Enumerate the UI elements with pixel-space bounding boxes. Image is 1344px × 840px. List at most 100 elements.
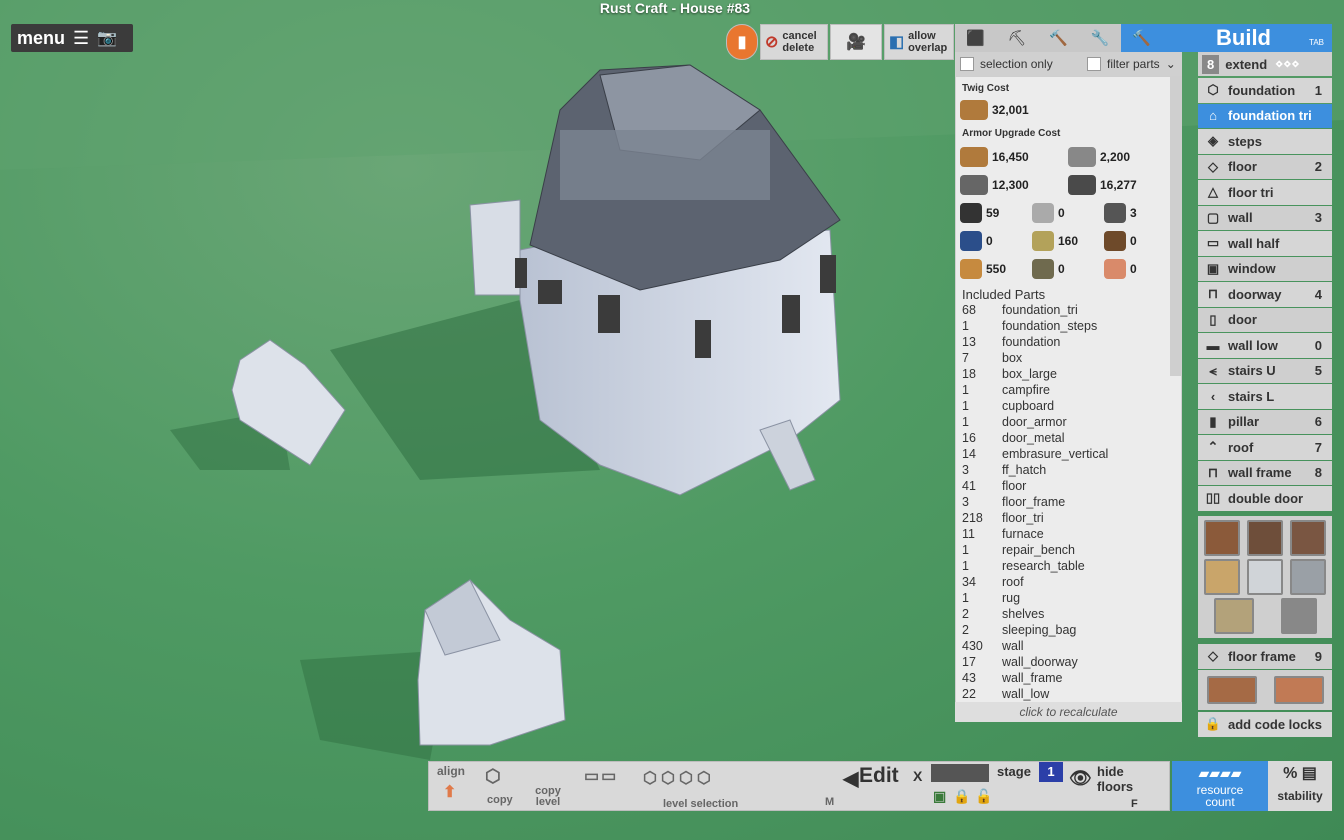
note-icon[interactable]: ▣ bbox=[933, 788, 946, 805]
part-count: 430 bbox=[962, 639, 983, 653]
add-code-locks-button[interactable]: 🔒 add code locks bbox=[1198, 712, 1332, 737]
chevron-left-icon[interactable]: ◀ bbox=[843, 766, 858, 791]
side-item-label: stairs U bbox=[1228, 363, 1276, 379]
side-item-doorway[interactable]: ⊓ doorway 4 bbox=[1198, 282, 1332, 307]
gear-icon bbox=[960, 203, 982, 223]
part-count: 22 bbox=[962, 687, 976, 701]
side-item-steps[interactable]: ◈ steps bbox=[1198, 129, 1332, 154]
wrench-tool-icon[interactable]: 🔧 bbox=[1079, 24, 1120, 52]
cancel-delete-button[interactable]: ⊘ cancel delete bbox=[760, 24, 828, 60]
side-item-label: double door bbox=[1228, 490, 1304, 506]
side-item-label: foundation bbox=[1228, 82, 1296, 98]
side-item-foundation-tri[interactable]: ⌂ foundation tri bbox=[1198, 103, 1332, 128]
hide-floors-button[interactable]: hide floors bbox=[1097, 764, 1157, 794]
selection-only-checkbox[interactable] bbox=[960, 57, 974, 71]
side-item-foundation[interactable]: ⬡ foundation 1 bbox=[1198, 78, 1332, 103]
build-tool-icon[interactable]: 🔨 bbox=[1120, 24, 1163, 52]
included-parts-header: Included Parts bbox=[962, 287, 1046, 302]
blade-icon bbox=[1032, 203, 1054, 223]
tarp-door-thumb[interactable] bbox=[1213, 598, 1254, 635]
armor-door-icon[interactable]: ▮ bbox=[726, 24, 758, 60]
side-item-label: wall low bbox=[1228, 337, 1278, 353]
part-count: 3 bbox=[962, 495, 969, 509]
video-icon[interactable]: 🎥 bbox=[830, 24, 882, 60]
bars-door-thumb[interactable] bbox=[1290, 558, 1327, 595]
armor-cost-header: Armor Upgrade Cost bbox=[962, 128, 1061, 139]
filter-parts-checkbox[interactable] bbox=[1087, 57, 1101, 71]
armor-ore-value: 16,277 bbox=[1100, 178, 1137, 192]
cost-panel: Twig Cost 32,001 Armor Upgrade Cost 16,4… bbox=[955, 76, 1182, 722]
allow-overlap-button[interactable]: ◧ allow overlap bbox=[884, 24, 954, 60]
part-row: 14 embrasure_vertical bbox=[962, 446, 1181, 462]
axe-tool-icon[interactable]: ⛏ bbox=[996, 24, 1037, 52]
part-row: 2 sleeping_bag bbox=[962, 622, 1181, 638]
copy-level-button[interactable]: copy level bbox=[533, 786, 563, 808]
hammer-tool-icon[interactable]: 🔨 bbox=[1038, 24, 1079, 52]
edit-label[interactable]: Edit bbox=[859, 764, 899, 788]
side-item-label: doorway bbox=[1228, 286, 1282, 302]
side-item-floor-frame[interactable]: ◇ floor frame 9 bbox=[1198, 644, 1332, 669]
menu-button[interactable]: menu ☰ 📷 bbox=[11, 24, 133, 52]
build-header[interactable]: Build TAB bbox=[1162, 24, 1332, 52]
part-row: 2 shelves bbox=[962, 606, 1181, 622]
side-item-double-door[interactable]: ▯▯ double door bbox=[1198, 486, 1332, 511]
side-item-floor-tri[interactable]: △ floor tri bbox=[1198, 180, 1332, 205]
part-name: floor_tri bbox=[1002, 511, 1044, 525]
part-name: rug bbox=[1002, 591, 1021, 605]
part-name: cupboard bbox=[1002, 399, 1055, 413]
part-name: ff_hatch bbox=[1002, 463, 1047, 477]
side-item-wall-frame[interactable]: ⊓ wall frame 8 bbox=[1198, 460, 1332, 485]
part-name: roof bbox=[1002, 575, 1024, 589]
side-item-stairs-l[interactable]: ‹ stairs L bbox=[1198, 384, 1332, 409]
floor-hatch-thumb[interactable] bbox=[1206, 676, 1257, 704]
part-count: 17 bbox=[962, 655, 976, 669]
stability-button[interactable]: % ▤ stability bbox=[1268, 761, 1332, 811]
door-wood-thumb[interactable] bbox=[1203, 519, 1240, 556]
recalculate-button[interactable]: click to recalculate bbox=[955, 702, 1182, 722]
floor-icon: ◇ bbox=[1208, 158, 1218, 174]
build-title: Build bbox=[1216, 25, 1271, 50]
part-row: 3 floor_frame bbox=[962, 494, 1181, 510]
garage-door-thumb[interactable] bbox=[1203, 558, 1240, 595]
camera-icon[interactable]: 📷 bbox=[97, 28, 117, 48]
add-code-locks-label: add code locks bbox=[1228, 716, 1322, 732]
side-item-pillar[interactable]: ▮ pillar 6 bbox=[1198, 409, 1332, 434]
side-item-door[interactable]: ▯ door bbox=[1198, 307, 1332, 332]
resource-count-button[interactable]: ▰▰▰▰ resource count bbox=[1172, 761, 1268, 811]
copy-button[interactable]: copy bbox=[487, 794, 513, 806]
scrollbar[interactable] bbox=[1170, 76, 1182, 376]
lock-icon[interactable]: 🔒 bbox=[953, 788, 970, 805]
level-selection-button[interactable]: level selection bbox=[663, 798, 738, 810]
side-item-label: stairs L bbox=[1228, 388, 1275, 404]
side-item-num: 0 bbox=[1314, 337, 1322, 353]
cube-tool-icon[interactable]: ⬛ bbox=[955, 24, 996, 52]
side-item-wall[interactable]: ▢ wall 3 bbox=[1198, 205, 1332, 230]
edit-close-button[interactable]: X bbox=[913, 768, 922, 784]
edit-name-field[interactable] bbox=[931, 764, 989, 782]
stage-number[interactable]: 1 bbox=[1039, 762, 1063, 782]
align-button[interactable]: align bbox=[437, 764, 465, 778]
part-count: 1 bbox=[962, 319, 969, 333]
glass-door-thumb[interactable] bbox=[1246, 558, 1283, 595]
part-name: box_large bbox=[1002, 367, 1057, 381]
door-armored-thumb[interactable] bbox=[1290, 519, 1327, 556]
side-item-wall-half[interactable]: ▭ wall half bbox=[1198, 231, 1332, 256]
pillar-icon: ▮ bbox=[1209, 413, 1217, 429]
extend-row[interactable]: 8 extend ⋄⋄⋄ bbox=[1198, 52, 1332, 76]
floor-grill-thumb[interactable] bbox=[1273, 676, 1324, 704]
wall-frame-icon: ⊓ bbox=[1207, 464, 1219, 480]
part-row: 1 research_table bbox=[962, 558, 1181, 574]
side-item-floor[interactable]: ◇ floor 2 bbox=[1198, 154, 1332, 179]
included-parts-list: 68 foundation_tri 1 foundation_steps 13 found… bbox=[962, 302, 1181, 702]
side-item-stairs-u[interactable]: ⪪ stairs U 5 bbox=[1198, 358, 1332, 383]
chevron-down-icon[interactable]: ⌄ bbox=[1166, 57, 1176, 71]
door-metal-thumb[interactable] bbox=[1246, 519, 1283, 556]
side-item-num: 7 bbox=[1314, 439, 1322, 455]
grid-door-thumb[interactable] bbox=[1280, 598, 1317, 635]
side-item-label: wall bbox=[1228, 210, 1253, 226]
unlock-icon[interactable]: 🔓 bbox=[975, 788, 992, 805]
side-item-roof[interactable]: ⌃ roof 7 bbox=[1198, 435, 1332, 460]
part-count: 3 bbox=[962, 463, 969, 477]
side-item-window[interactable]: ▣ window bbox=[1198, 256, 1332, 281]
side-item-wall-low[interactable]: ▬ wall low 0 bbox=[1198, 333, 1332, 358]
